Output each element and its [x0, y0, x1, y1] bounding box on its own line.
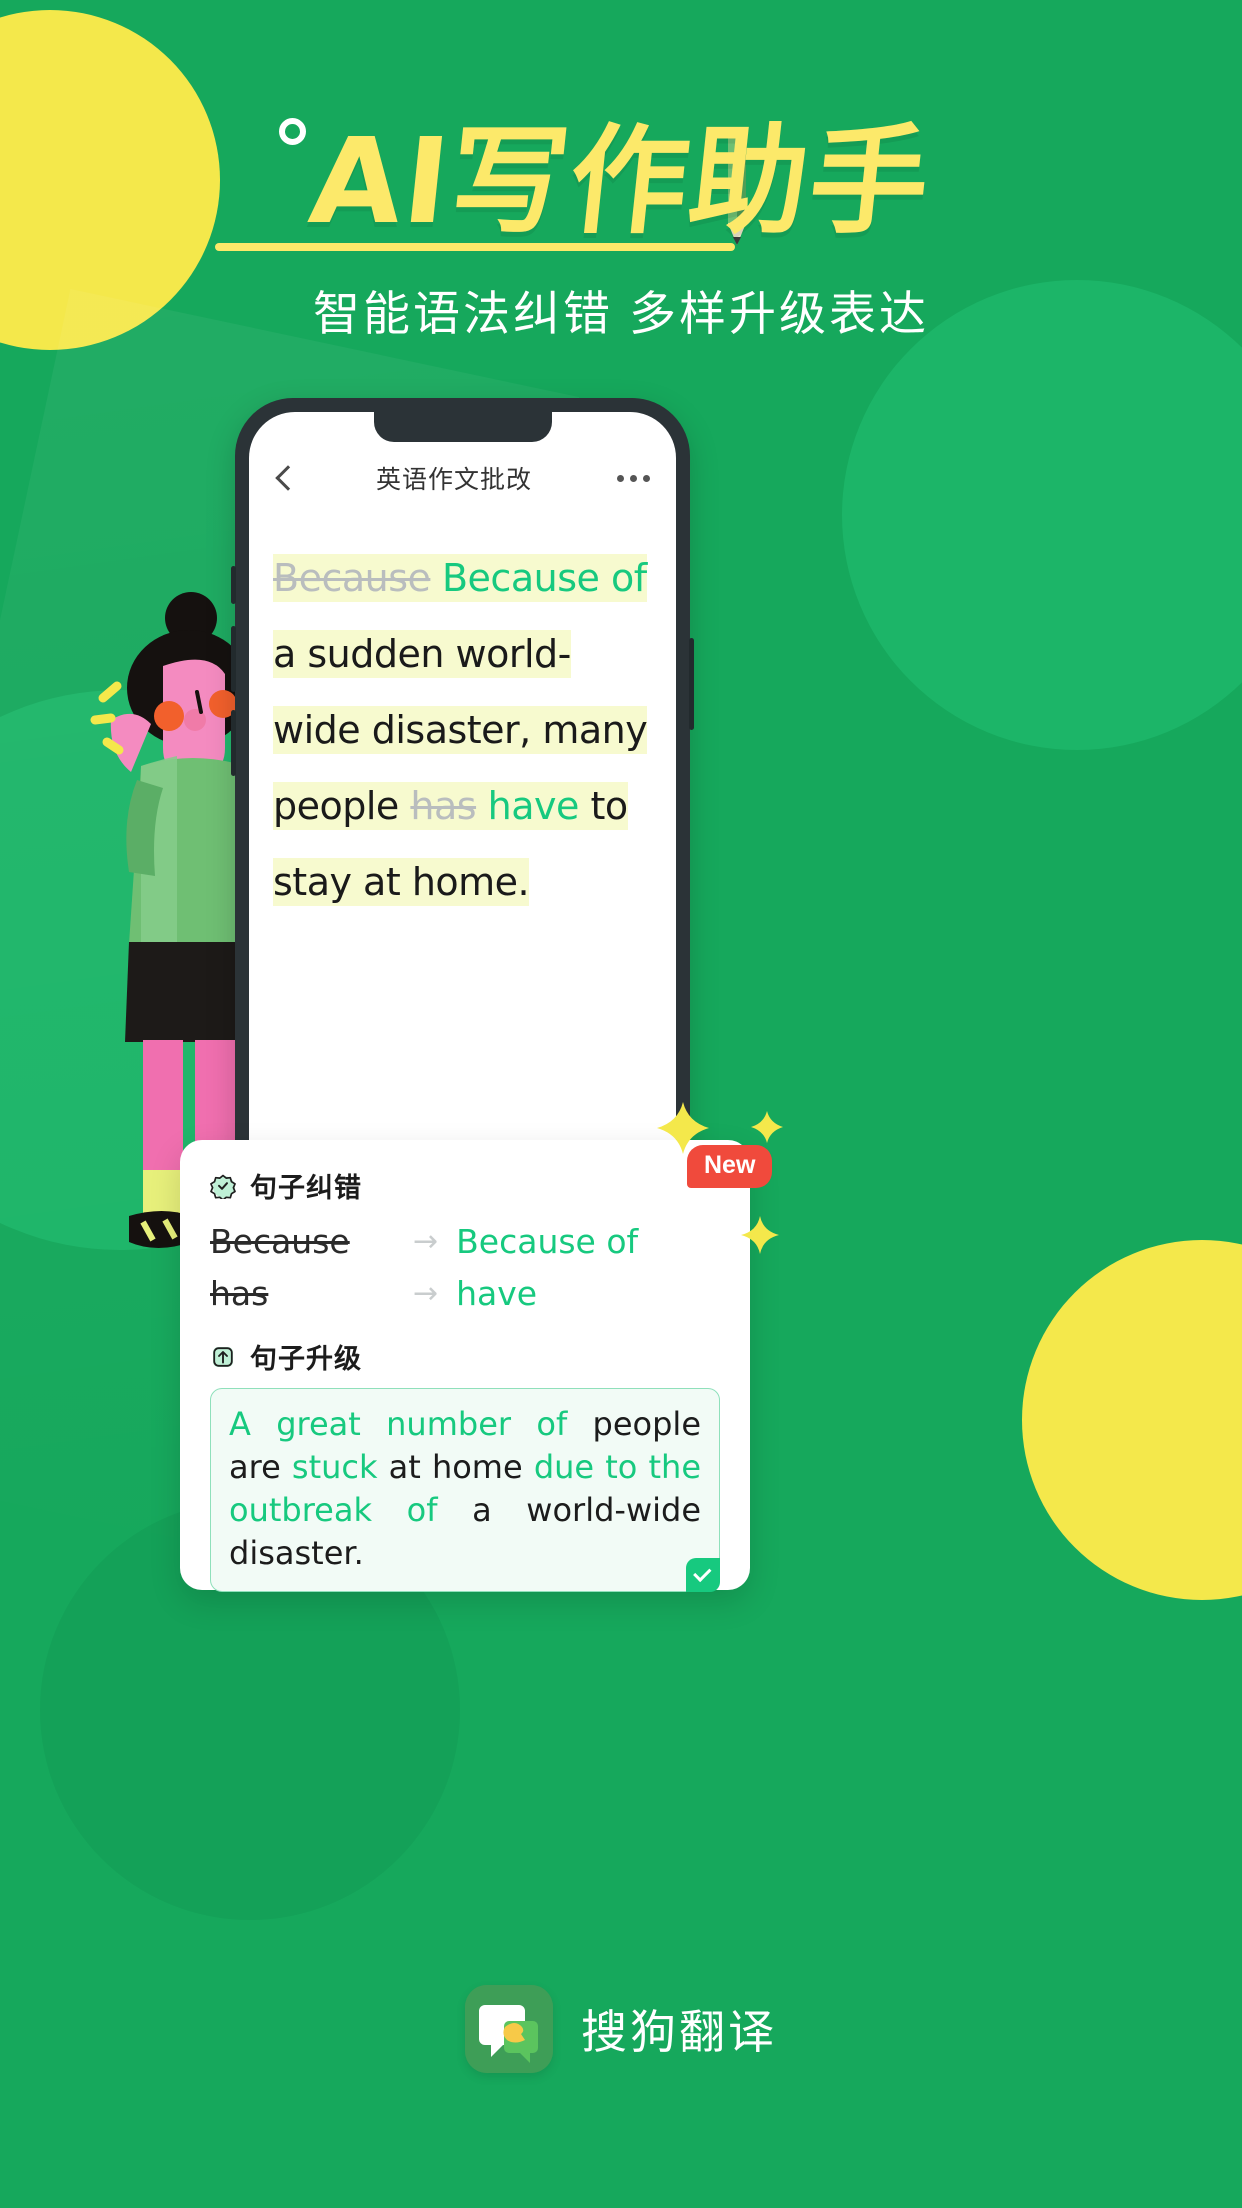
sparkle-icon	[750, 1110, 784, 1149]
correction-to: have	[456, 1273, 538, 1313]
essay-fix-1: Because	[441, 556, 600, 600]
circle-dot-icon	[279, 118, 306, 145]
brand-footer: 搜狗翻译	[0, 1985, 1242, 2073]
back-chevron-icon[interactable]	[275, 464, 291, 492]
upgrade-section-title: 句子升级	[250, 1344, 362, 1374]
sparkle-icon	[740, 1215, 780, 1260]
upgraded-sentence-box[interactable]: A great number of people are stuck at ho…	[210, 1388, 720, 1592]
essay-fix-1b: of	[610, 556, 647, 600]
upgrade-segment-4: at home	[388, 1448, 534, 1486]
correction-to: Because of	[456, 1221, 639, 1261]
page-title: AI写作助手	[304, 112, 938, 250]
page-subtitle: 智能语法纠错 多样升级表达	[312, 287, 930, 340]
upgrade-section-header: 句子升级	[210, 1337, 720, 1376]
correction-from: has	[210, 1273, 269, 1313]
suggestion-card: 句子纠错 Because → Because of has → have 句子升…	[180, 1140, 750, 1592]
upgrade-segment-1: A great number of	[229, 1405, 593, 1443]
arrow-right-icon: →	[413, 1223, 439, 1259]
phone-volume-down	[231, 710, 236, 776]
new-badge: New	[687, 1145, 773, 1188]
correction-row: Because → Because of	[210, 1215, 720, 1267]
check-target-icon	[210, 1173, 236, 1201]
essay-strike-2: has	[410, 784, 477, 828]
phone-power-button	[689, 638, 694, 730]
correction-section-header: 句子纠错	[210, 1166, 720, 1205]
phone-volume-up	[231, 626, 236, 692]
app-bar: 英语作文批改	[249, 442, 676, 514]
correction-row: has → have	[210, 1267, 720, 1319]
title-wrap: AI写作助手	[0, 0, 1242, 251]
correction-from: Because	[210, 1221, 350, 1261]
phone-notch	[373, 412, 552, 442]
essay-fix-2: have	[487, 784, 580, 828]
app-bar-title: 英语作文批改	[375, 466, 532, 494]
more-dots-icon[interactable]	[617, 474, 650, 482]
essay-strike-1: Because	[273, 556, 431, 600]
essay-text: Because Because of a sudden world-wide d…	[273, 554, 648, 906]
check-mark-icon[interactable]	[686, 1558, 720, 1592]
phone-mute-switch	[231, 566, 236, 604]
yellow-circle-bottom-right	[1022, 1240, 1242, 1600]
brand-name: 搜狗翻译	[581, 2006, 777, 2058]
header: AI写作助手 智能语法纠错 多样升级表达	[0, 0, 1242, 340]
correction-rows: Because → Because of has → have	[210, 1215, 720, 1319]
upgrade-arrow-box-icon	[210, 1344, 236, 1370]
arrow-right-icon: →	[413, 1275, 439, 1311]
upgrade-segment-3: stuck	[291, 1448, 389, 1486]
sogou-translate-logo	[465, 1985, 553, 2073]
green-circle-right	[842, 280, 1242, 750]
correction-section-title: 句子纠错	[250, 1173, 362, 1203]
